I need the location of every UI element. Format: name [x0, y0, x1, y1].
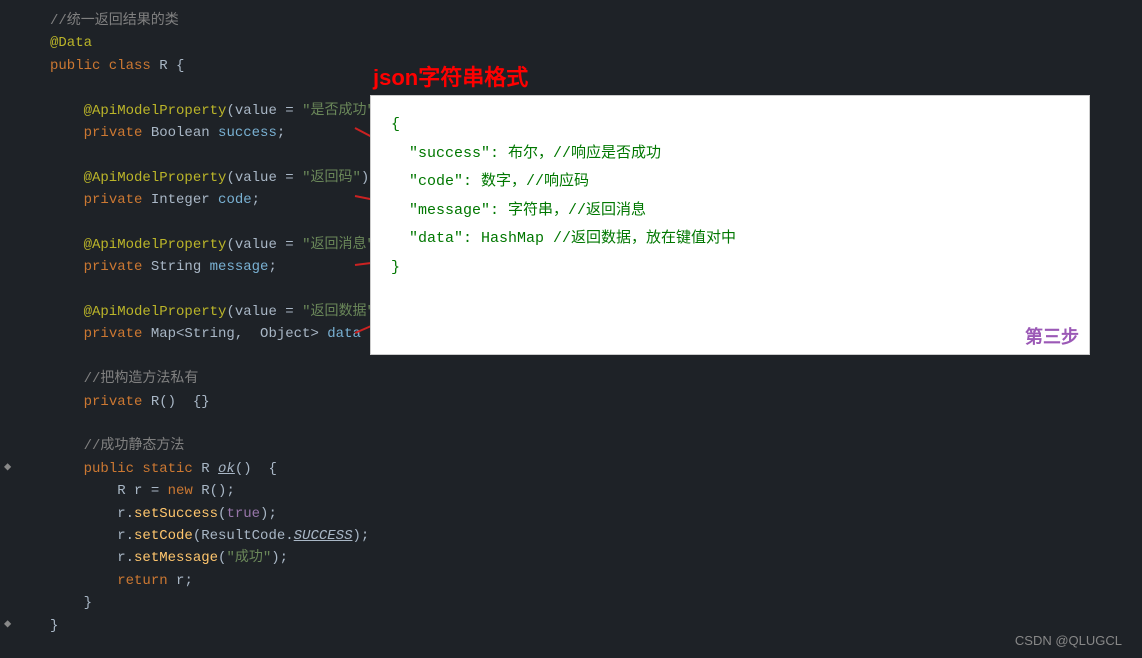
code-line-2: @Data	[0, 32, 1142, 54]
code-line-26: return r;	[0, 570, 1142, 592]
code-line-25: r.setMessage("成功");	[0, 547, 1142, 569]
code-line-17: //把构造方法私有	[0, 368, 1142, 390]
json-line-1: {	[391, 111, 1069, 140]
class-end-icon: ◆	[4, 615, 11, 634]
json-line-5: "data": HashMap //返回数据，放在键值对中	[391, 225, 1069, 254]
code-line-1: //统一返回结果的类	[0, 10, 1142, 32]
json-line-3: "code": 数字，//响应码	[391, 168, 1069, 197]
code-line-24: r.setCode(ResultCode.SUCCESS);	[0, 525, 1142, 547]
code-line-18: private R() {}	[0, 391, 1142, 413]
code-line-21: ◆ public static R ok() {	[0, 458, 1142, 480]
code-line-3: public class R {	[0, 55, 1142, 77]
json-popup-content: { "success": 布尔，//响应是否成功 "code": 数字，//响应…	[371, 96, 1089, 297]
json-popup-title: json字符串格式	[373, 60, 528, 92]
step-label: 第三步	[1025, 323, 1079, 349]
bottom-label: CSDN @QLUGCL	[1015, 633, 1122, 648]
json-line-6: }	[391, 254, 1069, 283]
code-line-19	[0, 413, 1142, 435]
json-line-2: "success": 布尔，//响应是否成功	[391, 140, 1069, 169]
code-line-22: R r = new R();	[0, 480, 1142, 502]
json-line-4: "message": 字符串，//返回消息	[391, 197, 1069, 226]
json-popup: { "success": 布尔，//响应是否成功 "code": 数字，//响应…	[370, 95, 1090, 355]
code-line-20: //成功静态方法	[0, 435, 1142, 457]
code-line-23: r.setSuccess(true);	[0, 503, 1142, 525]
code-line-27: }	[0, 592, 1142, 614]
code-line-28: ◆ }	[0, 615, 1142, 637]
breakpoint-icon: ◆	[4, 458, 11, 477]
